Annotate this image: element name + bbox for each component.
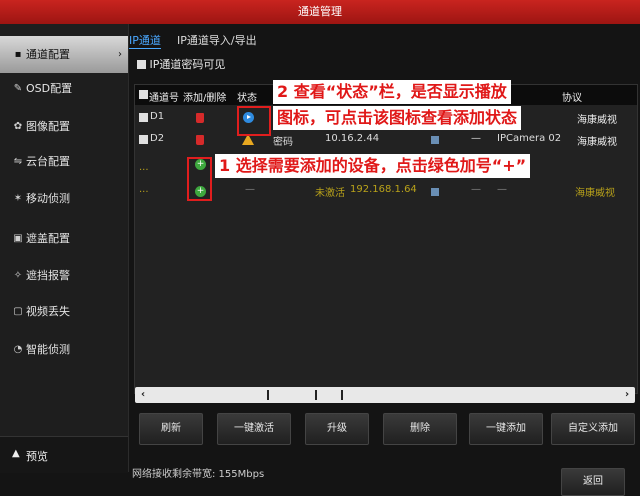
sidebar-item-privacy-mask[interactable]: ▣ 遮盖配置: [0, 220, 128, 257]
table-row[interactable]: D2 密码 10.16.2.44 — IPCamera 02 海康威视: [135, 129, 637, 151]
dash-cell: —: [471, 184, 481, 195]
sidebar-item-label: 图像配置: [26, 120, 70, 133]
sidebar-item-label: 云台配置: [26, 155, 70, 168]
scroll-left-icon[interactable]: ‹: [135, 387, 151, 403]
password-visible-row: IP通道密码可见: [137, 56, 225, 72]
password-visible-label: IP通道密码可见: [149, 58, 226, 71]
upgrade-button[interactable]: 升级: [305, 413, 369, 445]
channel-cell: ...: [139, 184, 149, 195]
delete-icon[interactable]: [196, 113, 204, 123]
one-click-activate-button[interactable]: 一键激活: [217, 413, 291, 445]
protocol-cell: 海康威视: [575, 188, 615, 199]
password-visible-checkbox[interactable]: [137, 59, 146, 69]
edit-icon[interactable]: [431, 188, 439, 196]
edit-icon[interactable]: [431, 136, 439, 144]
sidebar-item-motion-detection[interactable]: ✶ 移动侦测: [0, 180, 128, 217]
video-loss-icon: ▢: [13, 306, 23, 317]
privacy-mask-icon: ▣: [13, 233, 23, 244]
add-highlight-box: [187, 157, 212, 201]
tab-ip-channel[interactable]: IP通道: [129, 32, 161, 49]
tamper-alarm-icon: ✧: [13, 270, 23, 281]
status-cell: 未激活: [315, 188, 345, 199]
window-title: 通道管理: [0, 0, 640, 24]
sidebar-item-tamper-alarm[interactable]: ✧ 遮挡报警: [0, 257, 128, 294]
channel-cell: ...: [139, 162, 149, 173]
sidebar-item-label: 智能侦测: [26, 343, 70, 356]
sidebar-item-channel-config[interactable]: ▪ 通道配置 ›: [0, 36, 128, 73]
brush-icon: ✎: [13, 83, 23, 94]
one-click-add-button[interactable]: 一键添加: [469, 413, 543, 445]
sidebar-item-video-loss[interactable]: ▢ 视频丢失: [0, 293, 128, 330]
sidebar-item-smart-detection[interactable]: ◔ 智能侦测: [0, 331, 128, 368]
smart-detect-icon: ◔: [13, 344, 23, 355]
channel-table: 通道号 添加/删除 状态 协议 D1 海康威视 D2 密码 10.16.2.44…: [134, 80, 638, 403]
preview-button[interactable]: ▲ 预览: [0, 436, 128, 473]
protocol-cell: 海康威视: [577, 137, 617, 148]
main-panel: IP通道 IP通道导入/导出 IP通道密码可见 通道号 添加/删除 状态 协议 …: [129, 24, 640, 496]
row-checkbox[interactable]: [139, 135, 148, 144]
callout-1: 1 选择需要添加的设备，点击绿色加号“+”: [215, 154, 531, 178]
sidebar-item-ptz-config[interactable]: ⇋ 云台配置: [0, 143, 128, 180]
ptz-icon: ⇋: [13, 156, 23, 167]
header-status: 状态: [237, 93, 257, 104]
motion-icon: ✶: [13, 193, 23, 204]
preview-label: 预览: [26, 450, 48, 463]
dash-cell: —: [245, 184, 255, 195]
sidebar-item-label: 遮挡报警: [26, 269, 70, 282]
sidebar-item-osd-config[interactable]: ✎ OSD配置: [0, 70, 128, 107]
refresh-button[interactable]: 刷新: [139, 413, 203, 445]
horizontal-scrollbar[interactable]: ‹ ›: [135, 387, 635, 403]
delete-button[interactable]: 删除: [383, 413, 457, 445]
ip-cell: 192.168.1.64: [350, 184, 417, 195]
channel-cell: D1: [150, 111, 165, 122]
bandwidth-status: 网络接收剩余带宽: 155Mbps: [132, 469, 265, 480]
callout-2-line2: 图标，可点击该图标查看添加状态: [273, 106, 522, 130]
ip-cell: 10.16.2.44: [325, 133, 380, 144]
status-highlight-box: [237, 106, 271, 136]
camera-icon: ▪: [14, 49, 22, 60]
sidebar-item-image-config[interactable]: ✿ 图像配置: [0, 108, 128, 145]
header-channel: 通道号: [149, 93, 179, 104]
header-protocol: 协议: [562, 93, 582, 104]
back-button[interactable]: 返回: [561, 468, 625, 496]
callout-2-line1: 2 查看“状态”栏，是否显示播放: [273, 80, 511, 104]
delete-icon[interactable]: [196, 135, 204, 145]
home-icon: ▲: [12, 448, 20, 459]
dash-cell: —: [471, 133, 481, 144]
sidebar-item-label: OSD配置: [26, 82, 73, 95]
scroll-marker: [315, 390, 317, 400]
scroll-right-icon[interactable]: ›: [619, 387, 635, 403]
sidebar-item-label: 移动侦测: [26, 192, 70, 205]
select-all-checkbox[interactable]: [139, 90, 148, 99]
scroll-marker: [341, 390, 343, 400]
image-settings-icon: ✿: [13, 121, 23, 132]
custom-add-button[interactable]: 自定义添加: [551, 413, 635, 445]
tab-ip-channel-import-export[interactable]: IP通道导入/导出: [177, 32, 257, 48]
status-cell: 密码: [273, 137, 293, 148]
device-cell: IPCamera 02: [497, 133, 562, 144]
sidebar-item-label: 通道配置: [26, 48, 70, 61]
scroll-marker: [267, 390, 269, 400]
header-add-delete: 添加/删除: [183, 93, 227, 104]
sidebar: ▪ 通道配置 › ✎ OSD配置 ✿ 图像配置 ⇋ 云台配置 ✶ 移动侦测 ▣ …: [0, 24, 129, 472]
chevron-right-icon: ›: [118, 49, 122, 60]
sidebar-item-label: 遮盖配置: [26, 232, 70, 245]
row-checkbox[interactable]: [139, 113, 148, 122]
protocol-cell: 海康威视: [577, 115, 617, 126]
dash-cell: —: [497, 184, 507, 195]
sidebar-item-label: 视频丢失: [26, 305, 70, 318]
channel-cell: D2: [150, 133, 165, 144]
